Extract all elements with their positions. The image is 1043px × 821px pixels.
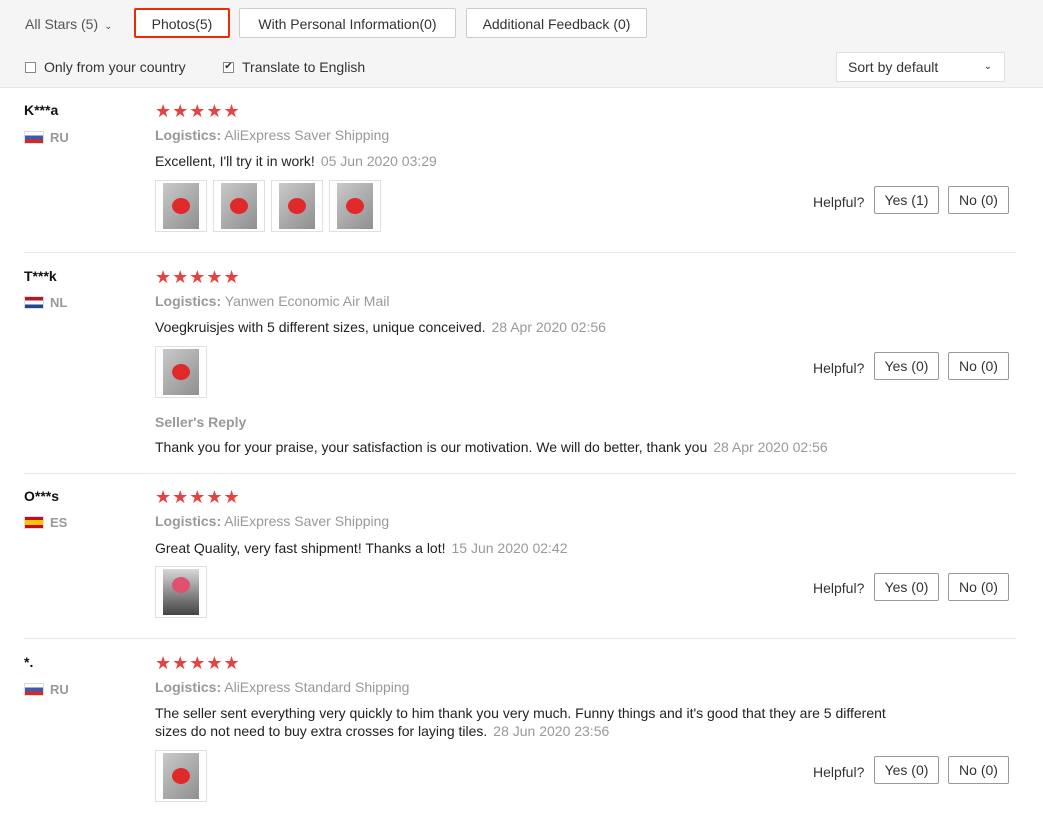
logistics-info: Logistics: AliExpress Saver Shipping	[155, 127, 389, 143]
reviewer-country: RU	[24, 130, 69, 145]
star-rating: ★★★★★	[155, 267, 241, 287]
seller-reply-text: Thank you for your praise, your satisfac…	[155, 439, 708, 455]
only-country-label: Only from your country	[44, 59, 186, 75]
photo-thumbnail[interactable]	[213, 180, 265, 232]
review-date: 28 Apr 2020 02:56	[491, 319, 606, 335]
logistics-value: AliExpress Saver Shipping	[224, 513, 390, 529]
country-code: RU	[50, 130, 69, 145]
review-text: Excellent, I'll try it in work! 05 Jun 20…	[155, 152, 915, 170]
helpful-yes-button[interactable]: Yes (1)	[874, 186, 939, 214]
review-body-line-2: sizes do not need to buy extra crosses f…	[155, 723, 488, 739]
photo-thumbnail[interactable]	[155, 180, 207, 232]
tab-additional-feedback[interactable]: Additional Feedback (0)	[466, 8, 647, 38]
photo-list	[155, 346, 207, 398]
logistics-label: Logistics:	[155, 127, 222, 143]
country-code: NL	[50, 295, 68, 310]
flag-nl-icon	[24, 296, 44, 309]
reviewer-country: NL	[24, 295, 67, 310]
reviewer-country: ES	[24, 515, 67, 530]
flag-ru-icon	[24, 131, 44, 144]
country-code: RU	[50, 682, 69, 697]
helpful-yes-button[interactable]: Yes (0)	[874, 352, 939, 380]
review-date: 28 Jun 2020 23:56	[493, 723, 610, 739]
translate-checkbox[interactable]: ✔ Translate to English	[223, 59, 365, 75]
logistics-label: Logistics:	[155, 679, 222, 695]
review-body-line-1: The seller sent everything very quickly …	[155, 705, 886, 721]
review-date: 05 Jun 2020 03:29	[320, 153, 437, 169]
sort-label: Sort by default	[848, 59, 939, 75]
logistics-value: AliExpress Standard Shipping	[224, 679, 410, 695]
logistics-value: Yanwen Economic Air Mail	[224, 293, 390, 309]
photo-thumbnail[interactable]	[329, 180, 381, 232]
reviewer-country: RU	[24, 682, 69, 697]
divider	[24, 638, 1016, 639]
helpful-no-button[interactable]: No (0)	[948, 573, 1009, 601]
helpful-label: Helpful?	[813, 194, 865, 210]
tab-personal-information[interactable]: With Personal Information(0)	[239, 8, 456, 38]
helpful-no-button[interactable]: No (0)	[948, 756, 1009, 784]
tab-photos[interactable]: Photos(5)	[134, 8, 230, 38]
logistics-label: Logistics:	[155, 293, 222, 309]
divider	[24, 473, 1016, 474]
reviewer-name: O***s	[24, 488, 60, 504]
photo-thumbnail[interactable]	[155, 750, 207, 802]
star-rating: ★★★★★	[155, 653, 241, 673]
only-country-checkbox[interactable]: Only from your country	[25, 59, 186, 75]
review-body: Voegkruisjes with 5 different sizes, uni…	[155, 319, 486, 335]
photo-thumbnail[interactable]	[155, 566, 207, 618]
review-text: Voegkruisjes with 5 different sizes, uni…	[155, 318, 915, 336]
chevron-down-icon: ⌄	[104, 21, 113, 32]
stars-dropdown-label: All Stars (5)	[25, 16, 99, 32]
helpful-label: Helpful?	[813, 580, 865, 596]
seller-reply-date: 28 Apr 2020 02:56	[713, 439, 828, 455]
helpful-label: Helpful?	[813, 764, 865, 780]
logistics-value: AliExpress Saver Shipping	[224, 127, 390, 143]
logistics-info: Logistics: AliExpress Standard Shipping	[155, 679, 409, 695]
review-body: Great Quality, very fast shipment! Thank…	[155, 540, 446, 556]
filter-bar: All Stars (5) ⌄ Photos(5) With Personal I…	[0, 0, 1043, 88]
seller-reply-heading: Seller's Reply	[155, 414, 247, 430]
helpful-yes-button[interactable]: Yes (0)	[874, 573, 939, 601]
photo-list	[155, 180, 381, 232]
reviewer-name: T***k	[24, 268, 57, 284]
photo-thumbnail[interactable]	[155, 346, 207, 398]
reviewer-name: *.	[24, 654, 34, 670]
chevron-down-icon: ⌄	[983, 61, 992, 72]
translate-label: Translate to English	[242, 59, 366, 75]
helpful-yes-button[interactable]: Yes (0)	[874, 756, 939, 784]
country-code: ES	[50, 515, 68, 530]
photo-list	[155, 566, 207, 618]
star-rating: ★★★★★	[155, 101, 241, 121]
seller-reply: Thank you for your praise, your satisfac…	[155, 439, 828, 455]
checkbox-icon[interactable]	[25, 61, 36, 73]
photo-list	[155, 750, 207, 802]
helpful-label: Helpful?	[813, 360, 865, 376]
flag-es-icon	[24, 516, 44, 529]
flag-ru-icon	[24, 683, 44, 696]
stars-dropdown[interactable]: All Stars (5) ⌄	[25, 16, 113, 32]
checkmark-icon[interactable]: ✔	[223, 61, 234, 73]
review-text: The seller sent everything very quickly …	[155, 704, 915, 740]
photo-thumbnail[interactable]	[271, 180, 323, 232]
logistics-label: Logistics:	[155, 513, 222, 529]
reviewer-name: K***a	[24, 102, 59, 118]
divider	[24, 252, 1016, 253]
review-text: Great Quality, very fast shipment! Thank…	[155, 539, 915, 557]
helpful-no-button[interactable]: No (0)	[948, 186, 1009, 214]
logistics-info: Logistics: Yanwen Economic Air Mail	[155, 293, 389, 309]
logistics-info: Logistics: AliExpress Saver Shipping	[155, 513, 389, 529]
review-body: Excellent, I'll try it in work!	[155, 153, 315, 169]
helpful-no-button[interactable]: No (0)	[948, 352, 1009, 380]
star-rating: ★★★★★	[155, 487, 241, 507]
sort-select[interactable]: Sort by default ⌄	[836, 52, 1005, 82]
review-date: 15 Jun 2020 02:42	[451, 540, 568, 556]
